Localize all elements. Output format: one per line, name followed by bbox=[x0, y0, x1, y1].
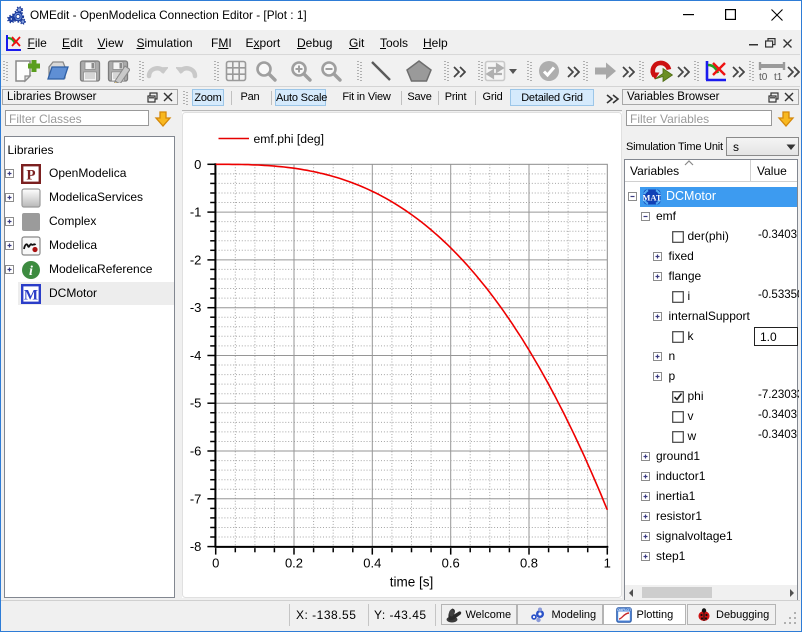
svg-text:emf.phi [deg]: emf.phi [deg] bbox=[254, 132, 324, 146]
svg-text:t0: t0 bbox=[759, 72, 768, 82]
svg-text:0: 0 bbox=[212, 556, 219, 571]
svg-text:-6: -6 bbox=[190, 444, 202, 459]
svg-text:-2: -2 bbox=[190, 252, 202, 267]
svg-text:t1: t1 bbox=[774, 72, 783, 82]
svg-text:P: P bbox=[26, 167, 35, 183]
svg-text:0.2: 0.2 bbox=[285, 556, 303, 571]
svg-text:-4: -4 bbox=[190, 348, 202, 363]
svg-text:0.8: 0.8 bbox=[520, 556, 538, 571]
svg-text:i: i bbox=[29, 264, 33, 279]
svg-text:0.4: 0.4 bbox=[363, 556, 381, 571]
svg-text:1: 1 bbox=[604, 556, 611, 571]
svg-text:-3: -3 bbox=[190, 300, 202, 315]
svg-text:MAT: MAT bbox=[643, 192, 661, 202]
svg-text:time [s]: time [s] bbox=[390, 575, 434, 590]
svg-text:0.6: 0.6 bbox=[442, 556, 460, 571]
svg-text:-1: -1 bbox=[190, 205, 202, 220]
svg-text:M: M bbox=[24, 287, 38, 303]
svg-text:0: 0 bbox=[194, 157, 201, 172]
svg-text:OMPLOT: OMPLOT bbox=[616, 608, 630, 612]
svg-text:-5: -5 bbox=[190, 396, 202, 411]
svg-text:-7: -7 bbox=[190, 491, 202, 506]
svg-text:-8: -8 bbox=[190, 539, 202, 554]
